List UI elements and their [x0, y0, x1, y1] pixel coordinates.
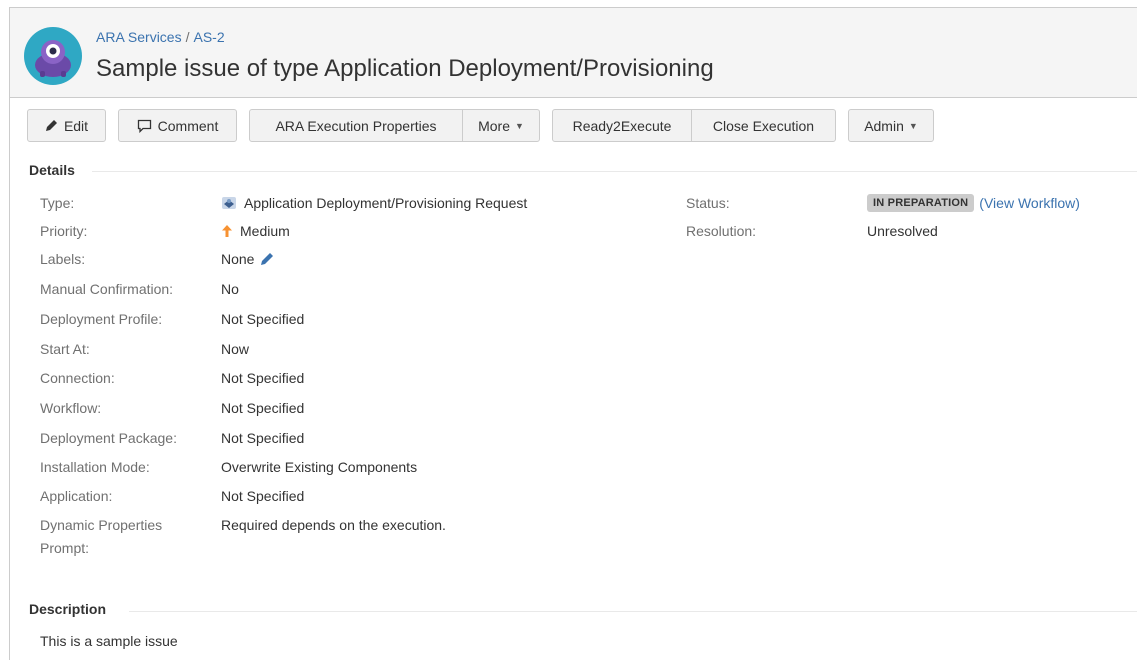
- description-text[interactable]: This is a sample issue: [40, 633, 178, 649]
- installation-mode-value: Overwrite Existing Components: [221, 459, 418, 475]
- dynamic-properties-label-line2: Prompt:: [40, 540, 90, 556]
- edit-button[interactable]: Edit: [27, 109, 106, 142]
- priority-value: Medium: [221, 221, 290, 241]
- application-value: Not Specified: [221, 488, 305, 504]
- installation-mode-label: Installation Mode:: [40, 459, 150, 475]
- connection-label: Connection:: [40, 370, 115, 386]
- resolution-label: Resolution:: [686, 223, 757, 239]
- admin-dropdown-button[interactable]: Admin ▼: [848, 109, 934, 142]
- breadcrumb-separator: /: [185, 29, 190, 45]
- deployment-type-icon: [221, 196, 237, 210]
- workflow-value: Not Specified: [221, 400, 305, 416]
- labels-label: Labels:: [40, 251, 86, 267]
- ara-execution-properties-button[interactable]: ARA Execution Properties: [250, 110, 462, 141]
- comment-button-label: Comment: [157, 117, 219, 134]
- priority-value-text: Medium: [240, 223, 290, 239]
- start-at-value: Now: [221, 341, 250, 357]
- description-divider: [129, 611, 1137, 612]
- resolution-value: Unresolved: [867, 223, 938, 239]
- close-execution-button[interactable]: Close Execution: [691, 110, 835, 141]
- deployment-package-label: Deployment Package:: [40, 430, 177, 446]
- status-label: Status:: [686, 195, 730, 211]
- details-heading: Details: [29, 162, 75, 178]
- deployment-package-value: Not Specified: [221, 430, 305, 446]
- labels-value-text: None: [221, 251, 255, 267]
- issue-view: ARA Services / AS-2 Sample issue of type A…: [9, 7, 1137, 660]
- dynamic-properties-label-line1: Dynamic Properties: [40, 517, 163, 533]
- breadcrumb-issue-key-link[interactable]: AS-2: [193, 29, 224, 45]
- edit-button-label: Edit: [63, 117, 89, 134]
- manual-confirmation-label: Manual Confirmation:: [40, 281, 174, 297]
- more-dropdown-button[interactable]: More ▼: [462, 110, 539, 141]
- start-at-label: Start At:: [40, 341, 90, 357]
- application-label: Application:: [40, 488, 113, 504]
- type-value: Application Deployment/Provisioning Requ…: [221, 193, 527, 213]
- breadcrumb: ARA Services / AS-2: [96, 29, 225, 45]
- issue-title[interactable]: Sample issue of type Application Deploym…: [96, 55, 714, 83]
- type-value-text: Application Deployment/Provisioning Requ…: [244, 195, 528, 211]
- ara-button-group: ARA Execution Properties More ▼: [249, 109, 540, 142]
- manual-confirmation-value: No: [221, 281, 239, 297]
- priority-label: Priority:: [40, 223, 88, 239]
- chevron-down-icon: ▼: [514, 120, 524, 131]
- chevron-down-icon: ▼: [908, 120, 918, 131]
- more-label: More: [478, 117, 510, 134]
- type-label: Type:: [40, 195, 75, 211]
- pencil-icon: [45, 119, 58, 132]
- project-avatar-icon[interactable]: [24, 27, 82, 85]
- ready2execute-button[interactable]: Ready2Execute: [553, 110, 691, 141]
- comment-icon: [137, 119, 152, 133]
- description-heading: Description: [29, 601, 107, 617]
- status-badge: IN PREPARATION: [867, 194, 975, 212]
- arrow-up-icon: [221, 224, 233, 238]
- pencil-icon[interactable]: [260, 252, 274, 266]
- workflow-button-group: Ready2Execute Close Execution: [552, 109, 836, 142]
- connection-value: Not Specified: [221, 370, 305, 386]
- details-divider: [92, 171, 1137, 172]
- dynamic-properties-prompt-label: Dynamic Properties Prompt:: [40, 515, 162, 558]
- dynamic-properties-prompt-value: Required depends on the execution.: [221, 517, 446, 533]
- status-value: IN PREPARATION (View Workflow): [867, 193, 1080, 213]
- issue-header: ARA Services / AS-2 Sample issue of type A…: [10, 8, 1137, 98]
- comment-button[interactable]: Comment: [118, 109, 237, 142]
- deployment-profile-label: Deployment Profile:: [40, 311, 163, 327]
- deployment-profile-value: Not Specified: [221, 311, 305, 327]
- breadcrumb-project-link[interactable]: ARA Services: [96, 29, 182, 45]
- workflow-label: Workflow:: [40, 400, 102, 416]
- view-workflow-link[interactable]: (View Workflow): [979, 193, 1080, 213]
- labels-value[interactable]: None: [221, 249, 274, 269]
- admin-label: Admin: [864, 117, 904, 134]
